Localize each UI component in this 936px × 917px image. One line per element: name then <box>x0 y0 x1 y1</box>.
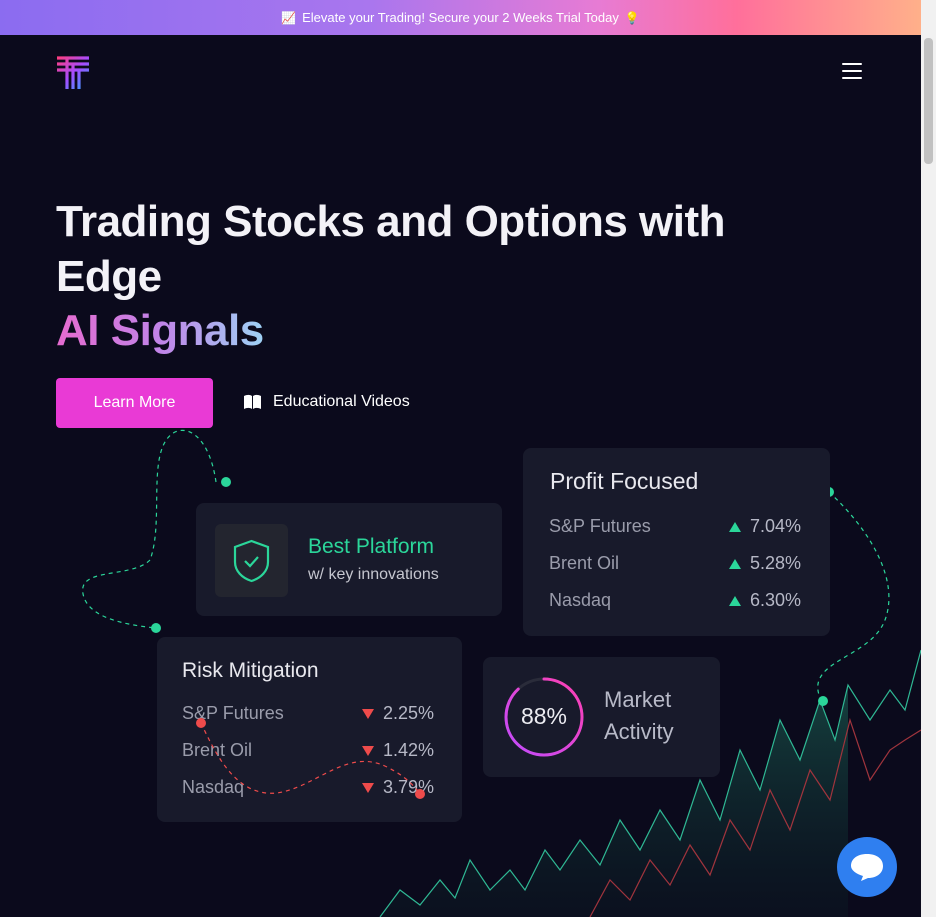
profit-row-value: 7.04% <box>750 516 802 536</box>
best-platform-title: Best Platform <box>308 535 435 558</box>
scrollbar-thumb[interactable] <box>924 38 933 164</box>
hamburger-menu-icon[interactable] <box>842 63 870 83</box>
profit-card-title: Profit Focused <box>550 468 699 494</box>
page-scrollbar[interactable] <box>921 0 936 917</box>
chat-bubble-icon <box>851 854 883 881</box>
best-platform-card: Best Platform w/ key innovations <box>196 503 502 616</box>
shield-check-icon <box>215 524 288 597</box>
profit-row-value: 5.28% <box>750 553 802 573</box>
chat-button[interactable] <box>837 837 897 897</box>
profit-row-value: 6.30% <box>750 590 802 610</box>
book-icon <box>244 394 261 409</box>
chart-emoji-icon: 📈 <box>281 10 297 25</box>
activity-label-2: Activity <box>604 719 674 744</box>
risk-mitigation-card: Risk Mitigation S&P Futures 2.25% Brent … <box>157 637 462 822</box>
educational-videos-link[interactable]: Educational Videos <box>243 393 410 411</box>
market-activity-card: 88% Market Activity <box>483 657 720 777</box>
up-triangle-icon <box>729 596 741 606</box>
educational-videos-label: Educational Videos <box>273 393 410 410</box>
activity-label-1: Market <box>604 687 672 712</box>
lightbulb-icon: 💡 <box>624 10 640 25</box>
up-triangle-icon <box>729 559 741 569</box>
best-platform-subtitle: w/ key innovations <box>308 566 439 583</box>
logo-icon[interactable] <box>55 55 91 91</box>
profit-focused-card: Profit Focused S&P Futures 7.04% Brent O… <box>523 448 830 636</box>
banner-text: Elevate your Trading! Secure your 2 Week… <box>302 10 619 25</box>
hero-highlight: AI Signals <box>56 303 264 358</box>
up-triangle-icon <box>729 522 741 532</box>
profit-row-label: Brent Oil <box>549 553 620 573</box>
profit-row-label: Nasdaq <box>549 590 612 610</box>
activity-percent: 88% <box>520 703 568 729</box>
promo-banner[interactable]: 📈 Elevate your Trading! Secure your 2 We… <box>0 0 921 35</box>
profit-row-label: S&P Futures <box>549 516 651 536</box>
hero-title: Trading Stocks and Options with Edge <box>56 197 726 301</box>
risk-dashed-curve <box>196 718 425 799</box>
